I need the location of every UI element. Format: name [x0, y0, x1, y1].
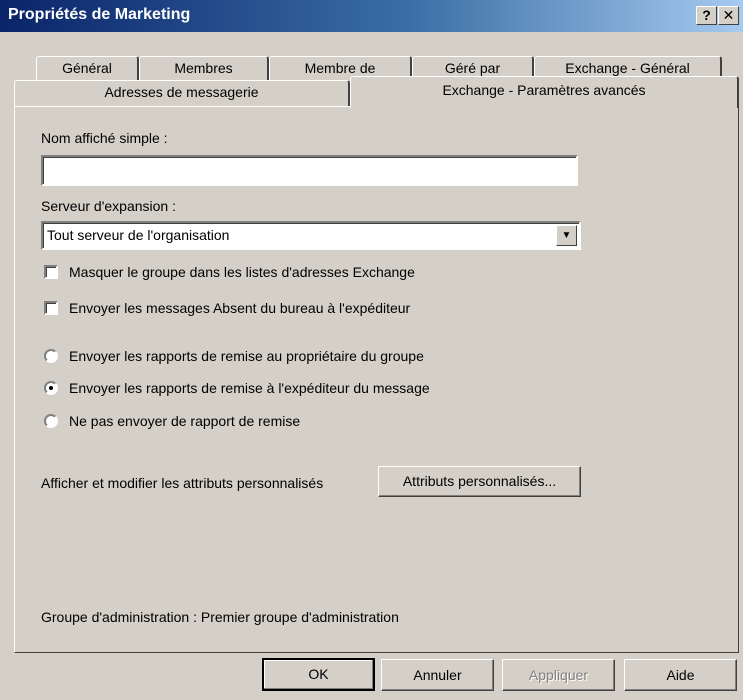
help-button-label: Aide	[666, 667, 695, 683]
report-owner-radio[interactable]	[44, 349, 58, 363]
expansion-server-value: Tout serveur de l'organisation	[47, 227, 230, 243]
title-bar: Propriétés de Marketing ? ✕	[0, 0, 743, 32]
tab-membres[interactable]: Membres	[139, 56, 269, 80]
hide-group-label: Masquer le groupe dans les listes d'adre…	[69, 264, 415, 280]
report-none-label: Ne pas envoyer de rapport de remise	[69, 413, 301, 429]
help-button[interactable]: Aide	[624, 659, 737, 691]
admin-group-text: Groupe d'administration : Premier groupe…	[41, 609, 399, 625]
custom-attributes-button[interactable]: Attributs personnalisés...	[378, 466, 581, 497]
tab-general[interactable]: Général	[36, 56, 139, 80]
hide-group-checkbox[interactable]	[44, 265, 58, 279]
expansion-server-label: Serveur d'expansion :	[41, 198, 176, 214]
cancel-button[interactable]: Annuler	[381, 659, 494, 691]
report-none-radio[interactable]	[44, 414, 58, 428]
custom-attributes-button-label: Attributs personnalisés...	[402, 473, 557, 489]
chevron-down-icon[interactable]: ▼	[556, 225, 577, 246]
display-name-label: Nom affiché simple :	[41, 130, 168, 146]
oof-label: Envoyer les messages Absent du bureau à …	[69, 300, 411, 316]
help-title-button[interactable]: ?	[696, 6, 717, 25]
close-button[interactable]: ✕	[718, 6, 739, 25]
tab-adresses-messagerie[interactable]: Adresses de messagerie	[14, 80, 350, 106]
expansion-server-select[interactable]: Tout serveur de l'organisation ▼	[41, 221, 581, 250]
window-title: Propriétés de Marketing	[8, 6, 191, 23]
apply-button-label: Appliquer	[528, 667, 589, 683]
apply-button[interactable]: Appliquer	[502, 659, 615, 691]
cancel-button-label: Annuler	[413, 667, 462, 683]
report-sender-radio[interactable]	[44, 381, 58, 395]
custom-attributes-label: Afficher et modifier les attributs perso…	[41, 475, 324, 491]
oof-checkbox[interactable]	[44, 301, 58, 315]
ok-button-label: OK	[308, 666, 329, 682]
radio-selected-dot	[49, 386, 53, 390]
display-name-field[interactable]	[41, 155, 578, 186]
ok-button[interactable]: OK	[262, 658, 375, 691]
tab-exchange-parametres-avances[interactable]: Exchange - Paramètres avancés	[350, 76, 739, 108]
report-sender-label: Envoyer les rapports de remise à l'expéd…	[69, 380, 430, 396]
report-owner-label: Envoyer les rapports de remise au propri…	[69, 348, 424, 364]
